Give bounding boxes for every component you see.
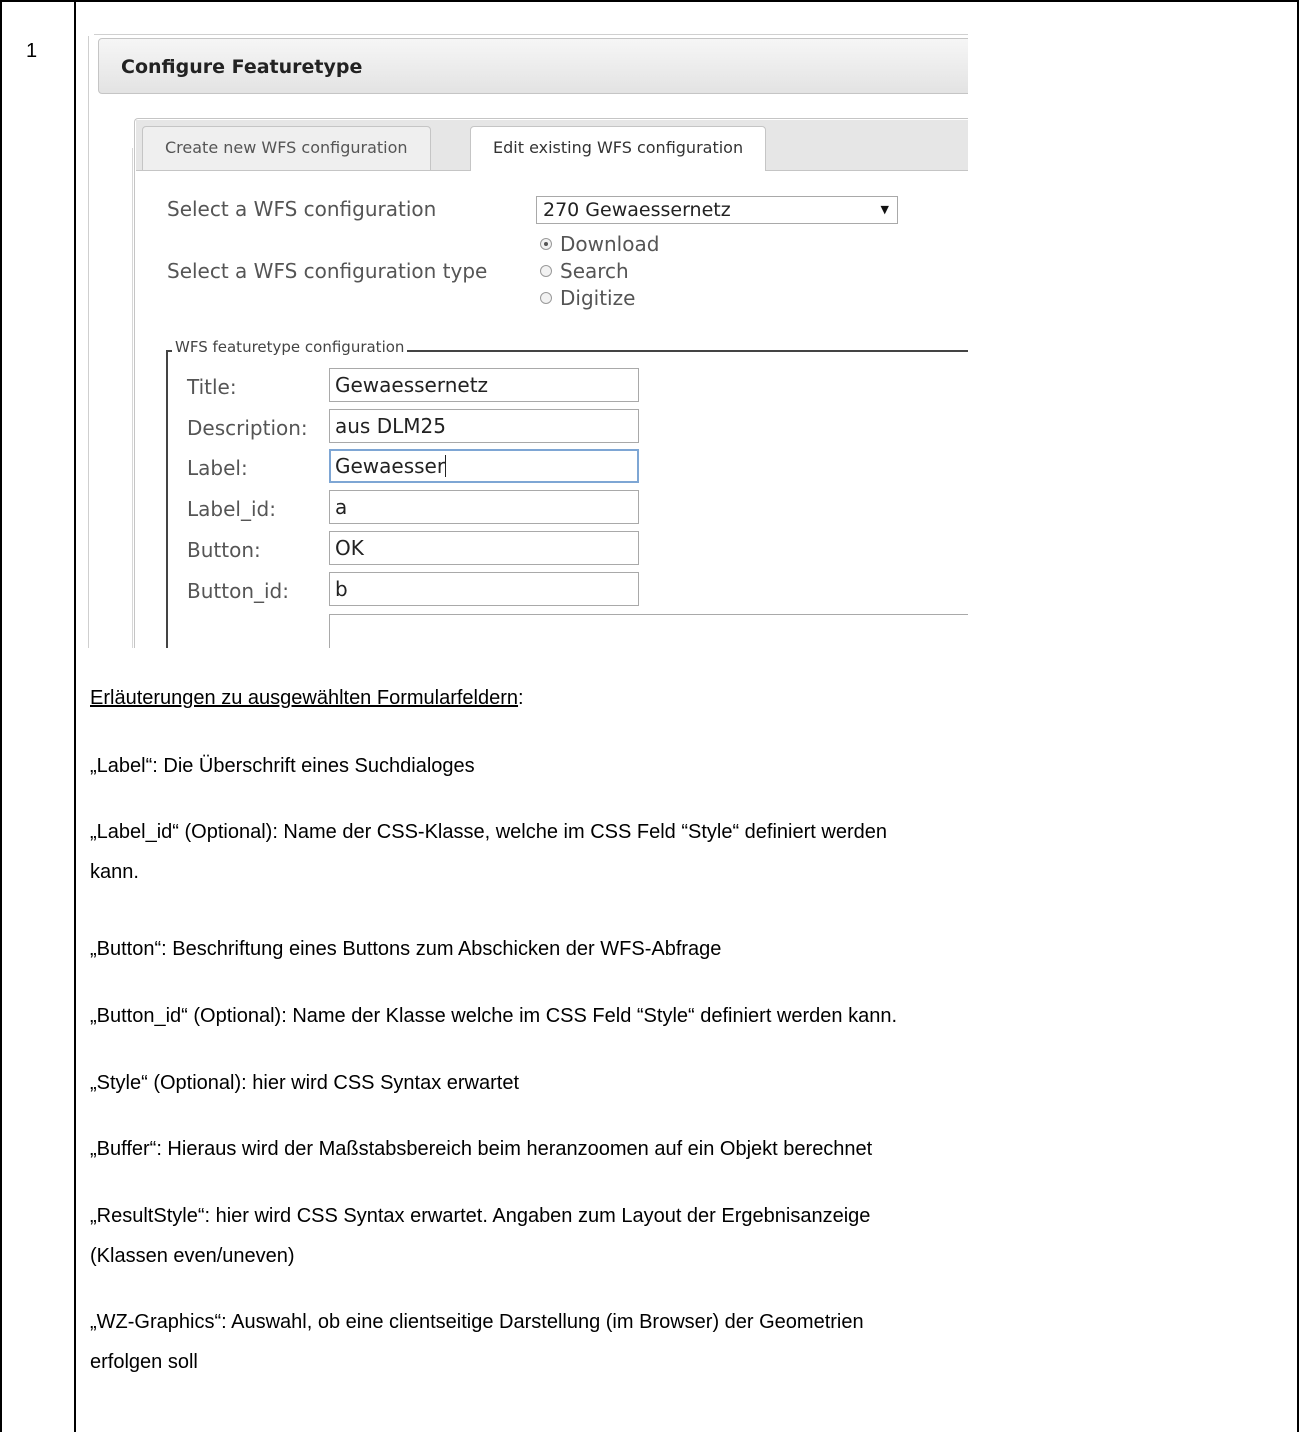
button-input[interactable]: OK bbox=[329, 531, 639, 565]
config-type-label: Select a WFS configuration type bbox=[167, 259, 488, 283]
title-label: Title: bbox=[187, 375, 237, 399]
embedded-screenshot: Configure Featuretype Create new WFS con… bbox=[88, 32, 968, 648]
button-id-input[interactable]: b bbox=[329, 572, 639, 606]
screenshot-border bbox=[88, 36, 89, 648]
label-input[interactable]: Gewaesser bbox=[329, 449, 639, 483]
explanation-line: „WZ-Graphics“: Auswahl, ob eine clientse… bbox=[90, 1311, 864, 1333]
row-number: 1 bbox=[26, 40, 38, 62]
screenshot-border-top bbox=[94, 34, 968, 35]
tab-edit-existing[interactable]: Edit existing WFS configuration bbox=[470, 126, 767, 171]
radio-unchecked-icon bbox=[540, 292, 552, 304]
explanation-line: „Button“: Beschriftung eines Buttons zum… bbox=[90, 938, 722, 960]
label-id-label: Label_id: bbox=[187, 497, 276, 521]
heading-colon: : bbox=[518, 687, 524, 709]
text-cursor bbox=[445, 455, 447, 477]
explanation-line: „Label_id“ (Optional): Name der CSS-Klas… bbox=[90, 821, 887, 843]
explanation-line: „Style“ (Optional): hier wird CSS Syntax… bbox=[90, 1072, 520, 1094]
explanation-line: „Buffer“: Hieraus wird der Maßstabsberei… bbox=[90, 1138, 873, 1160]
label-label: Label: bbox=[187, 456, 248, 480]
radio-label: Download bbox=[560, 232, 660, 256]
explanation-line: kann. bbox=[90, 861, 139, 883]
explanation-heading: Erläuterungen zu ausgewählten Formularfe… bbox=[90, 687, 519, 709]
radio-checked-icon bbox=[540, 238, 552, 250]
radio-label: Digitize bbox=[560, 286, 636, 310]
column-divider bbox=[74, 0, 76, 1432]
label-input-value: Gewaesser bbox=[335, 454, 446, 478]
title-input[interactable]: Gewaessernetz bbox=[329, 368, 639, 402]
button-id-label: Button_id: bbox=[187, 579, 289, 603]
button-label: Button: bbox=[187, 538, 261, 562]
explanation-line: erfolgen soll bbox=[90, 1351, 198, 1373]
explanation-line: „ResultStyle“: hier wird CSS Syntax erwa… bbox=[90, 1205, 871, 1227]
description-label: Description: bbox=[187, 416, 308, 440]
tab-bar: Create new WFS configuration Edit existi… bbox=[136, 120, 968, 171]
radio-unchecked-icon bbox=[540, 265, 552, 277]
config-select-value: 270 Gewaessernetz bbox=[543, 199, 731, 221]
config-select[interactable]: 270 Gewaessernetz ▼ bbox=[536, 196, 898, 224]
style-textarea[interactable] bbox=[329, 614, 968, 648]
explanation-heading-line: Erläuterungen zu ausgewählten Formularfe… bbox=[90, 686, 524, 710]
screenshot-border-inner bbox=[132, 148, 133, 648]
fieldset-legend: WFS featuretype configuration bbox=[172, 338, 408, 356]
description-input[interactable]: aus DLM25 bbox=[329, 409, 639, 443]
select-config-label: Select a WFS configuration bbox=[167, 197, 437, 221]
label-id-input[interactable]: a bbox=[329, 490, 639, 524]
explanation-line: „Label“: Die Überschrift eines Suchdialo… bbox=[90, 755, 475, 777]
explanation-line: (Klassen even/uneven) bbox=[90, 1245, 295, 1267]
tab-create-new[interactable]: Create new WFS configuration bbox=[142, 126, 431, 170]
dropdown-arrow-icon: ▼ bbox=[880, 203, 889, 216]
panel-header: Configure Featuretype bbox=[98, 38, 968, 94]
panel-title: Configure Featuretype bbox=[121, 56, 363, 78]
explanation-line: „Button_id“ (Optional): Name der Klasse … bbox=[90, 1005, 898, 1027]
radio-label: Search bbox=[560, 259, 629, 283]
